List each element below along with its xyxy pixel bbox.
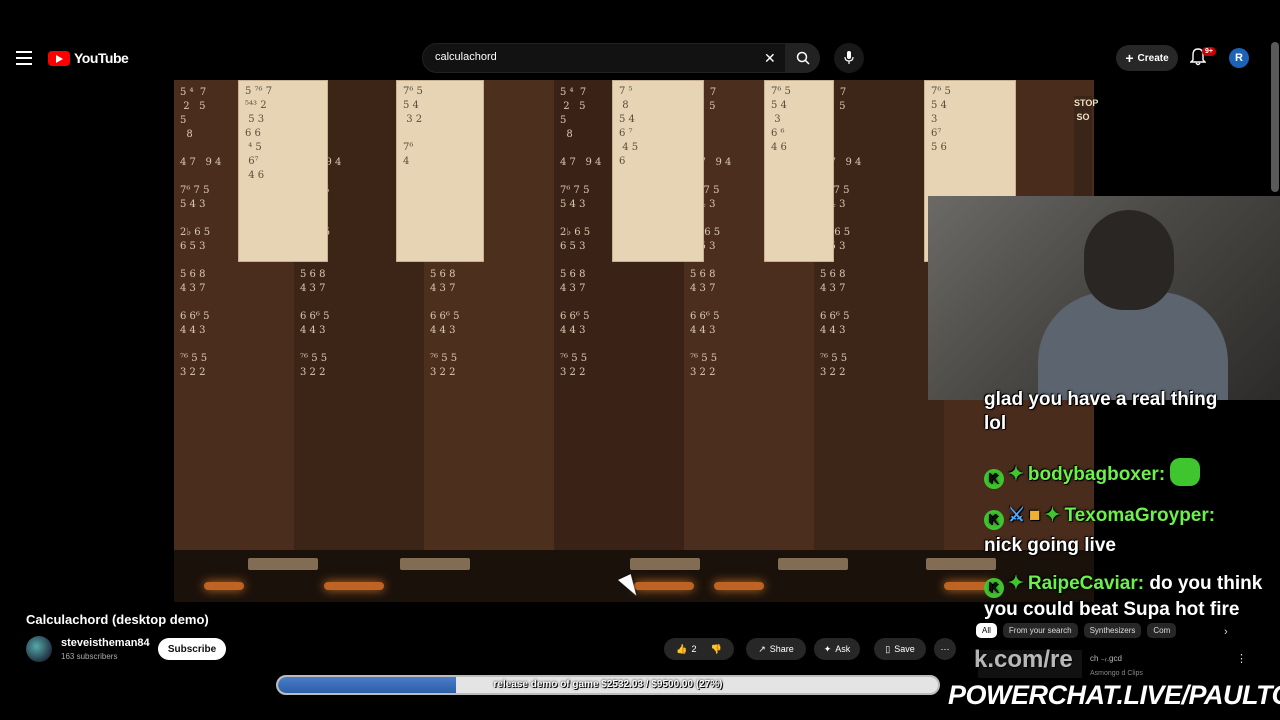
search-box[interactable] <box>422 43 786 73</box>
search-input[interactable] <box>435 51 755 63</box>
ask-button[interactable]: ✦ Ask <box>814 638 860 660</box>
notification-badge: 9+ <box>1202 47 1216 56</box>
sword-badge-icon: ⚔ <box>1008 505 1026 526</box>
bookmark-icon: ▯ <box>885 643 891 654</box>
dislike-button[interactable]: 👎 <box>711 644 722 655</box>
related-chips: All From your search Synthesizers Com <box>976 620 1236 640</box>
stop-sign-strip: STOP SO <box>1074 96 1098 196</box>
diamond-badge-icon: ✦ <box>1044 505 1061 526</box>
ask-label: Ask <box>835 644 851 654</box>
channel-name[interactable]: steveistheman84 <box>61 637 150 649</box>
kick-badge-icon: K <box>984 578 1004 598</box>
menu-icon[interactable] <box>16 51 32 65</box>
chat-message: K ✦ RaipeCaviar: do you think you could be… <box>984 572 1274 622</box>
overlay-url-fragment: k.com/re <box>974 646 1073 673</box>
youtube-logo[interactable]: YouTube <box>48 50 129 66</box>
card-glyphs: 5 ⁷⁶ 7 ⁵⁴³ 2 5 3 6 6 ⁴ 5 6⁷ 4 6 <box>245 86 273 181</box>
like-count: 2 <box>691 644 697 654</box>
powerchat-banner: POWERCHAT.LIVE/PAULTOWN <box>948 680 1280 710</box>
chip-synthesizers[interactable]: Synthesizers <box>1083 622 1142 638</box>
kick-badge-icon: K <box>984 469 1004 489</box>
vertical-dots-icon[interactable]: ⋮ <box>1236 652 1247 665</box>
chat-text: nick going live <box>984 535 1116 556</box>
key-highlight <box>400 558 470 570</box>
diamond-badge-icon: ✦ <box>1008 573 1024 594</box>
like-button[interactable]: 👍 <box>676 644 687 655</box>
key-flame <box>714 582 764 590</box>
logo-text: YouTube <box>74 50 129 66</box>
chip-more[interactable]: Com <box>1147 622 1177 638</box>
diamond-badge-icon: ✦ <box>1008 464 1024 485</box>
save-button[interactable]: ▯ Save <box>874 638 926 660</box>
chat-username: bodybagboxer: <box>1027 464 1166 485</box>
chat-username: TexomaGroyper: <box>1064 505 1216 526</box>
gift-badge-icon: ■ <box>1029 505 1041 526</box>
chat-username: RaipeCaviar: <box>1027 573 1145 594</box>
card-glyphs: 7 ⁵ 8 5 4 6 ⁷ 4 5 6 <box>619 86 639 167</box>
subscribe-button[interactable]: Subscribe <box>158 638 226 660</box>
save-label: Save <box>894 644 915 654</box>
search-button[interactable] <box>786 43 820 73</box>
like-dislike-group: 👍 2 👎 <box>664 638 734 660</box>
recommended-channel: Asmongo d Clips <box>1090 670 1143 677</box>
key-flame <box>634 582 694 590</box>
sparkle-icon: ✦ <box>823 643 832 654</box>
voice-search-button[interactable] <box>834 43 864 73</box>
chat-text: glad you have a real thing lol <box>984 389 1218 434</box>
key-flame <box>324 582 384 590</box>
search-icon <box>796 51 810 65</box>
youtube-header: YouTube ✕ + Create 9+ R <box>0 40 1270 76</box>
chord-card[interactable]: 7⁶ 5 5 4 3 2 7⁶ 4 <box>396 80 484 262</box>
key-highlight <box>248 558 318 570</box>
create-button[interactable]: + Create <box>1116 45 1178 71</box>
fist-emote-icon <box>1170 458 1201 486</box>
microphone-icon <box>844 51 854 64</box>
key-highlight <box>926 558 996 570</box>
plus-icon: + <box>1125 50 1134 66</box>
chat-message: glad you have a real thing lol <box>984 388 1244 436</box>
create-label: Create <box>1137 52 1169 64</box>
more-actions-button[interactable]: ⋯ <box>934 638 956 660</box>
webcam-feed <box>928 196 1280 400</box>
goal-label: release demo of game $2532.03 / $9500.00… <box>493 679 723 690</box>
video-title: Calculachord (desktop demo) <box>26 612 209 627</box>
share-icon: ↗ <box>758 643 766 654</box>
chat-message: K ✦ bodybagboxer: <box>984 458 1274 489</box>
share-button[interactable]: ↗ Share <box>746 638 806 660</box>
youtube-play-icon <box>48 50 70 66</box>
subscriber-count: 163 subscribers <box>61 652 118 661</box>
key-flame <box>204 582 244 590</box>
streamer-head <box>1084 210 1174 310</box>
key-highlight <box>778 558 848 570</box>
ellipsis-icon: ⋯ <box>940 643 950 654</box>
card-glyphs: 7⁶ 5 5 4 3 2 7⁶ 4 <box>403 86 423 167</box>
chip-from-search[interactable]: From your search <box>1002 622 1078 638</box>
chord-card[interactable]: 7 ⁵ 8 5 4 6 ⁷ 4 5 6 <box>612 80 704 262</box>
chat-message: nick going live <box>984 534 1274 558</box>
screen: YouTube ✕ + Create 9+ R 5 ⁴ 7 2 5 5 8 4 … <box>0 0 1280 720</box>
chat-message: K ⚔ ■ ✦ TexomaGroyper: <box>984 504 1274 530</box>
card-glyphs: 7⁶ 5 5 4 3 6 ⁶ 4 6 <box>771 86 791 153</box>
account-avatar[interactable]: R <box>1229 48 1249 68</box>
chord-card[interactable]: 7⁶ 5 5 4 3 6 ⁶ 4 6 <box>764 80 834 262</box>
page-scrollbar[interactable] <box>1271 42 1279 192</box>
key-highlight <box>630 558 700 570</box>
kick-badge-icon: K <box>984 510 1004 530</box>
recommended-title[interactable]: ch ₋ᵣ.gcd <box>1090 654 1122 663</box>
chevron-right-icon[interactable]: › <box>1224 626 1228 638</box>
donation-goal-bar: release demo of game $2532.03 / $9500.00… <box>276 675 940 695</box>
chord-card[interactable]: 5 ⁷⁶ 7 ⁵⁴³ 2 5 3 6 6 ⁴ 5 6⁷ 4 6 <box>238 80 328 262</box>
chip-all[interactable]: All <box>976 622 997 638</box>
channel-avatar[interactable] <box>26 636 52 662</box>
clear-search-icon[interactable]: ✕ <box>764 50 776 67</box>
share-label: Share <box>769 644 794 654</box>
